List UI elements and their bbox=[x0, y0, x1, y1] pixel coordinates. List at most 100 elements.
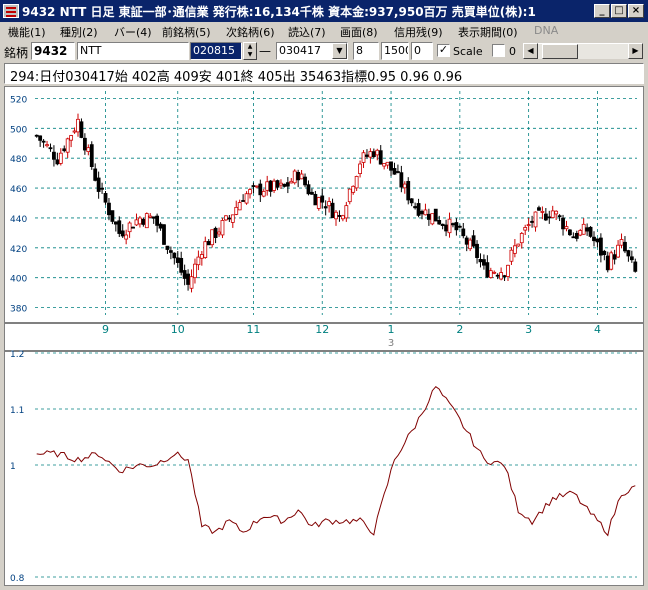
title-bar[interactable]: 9432 NTT 日足 東証一部･通信業 発行株:16,134千株 資本金:93… bbox=[0, 0, 648, 22]
close-button[interactable]: × bbox=[628, 4, 644, 18]
candle-body bbox=[303, 176, 307, 186]
menu-dna: DNA bbox=[534, 24, 559, 37]
maximize-button[interactable]: □ bbox=[611, 4, 627, 18]
setting-field-a[interactable]: 8 bbox=[353, 42, 379, 60]
candle-body bbox=[251, 185, 256, 187]
month-label: 9 bbox=[102, 323, 109, 336]
candle-body bbox=[433, 208, 438, 222]
month-label: 10 bbox=[171, 323, 185, 336]
candle-body bbox=[227, 217, 232, 220]
price-tick-label: 380 bbox=[10, 305, 27, 315]
menu-screen[interactable]: 画面(8) bbox=[340, 24, 378, 40]
candle-body bbox=[533, 211, 538, 228]
scale-checkbox[interactable]: ✓ bbox=[437, 44, 450, 57]
candle-body bbox=[237, 202, 242, 211]
menu-display-period[interactable]: 表示期間(0) bbox=[458, 24, 518, 40]
candle-body bbox=[605, 255, 610, 271]
date-from-spinner[interactable]: ▲ ▼ bbox=[243, 42, 257, 60]
candle-body bbox=[502, 275, 507, 278]
candle-body bbox=[358, 163, 362, 174]
candle-body bbox=[426, 213, 431, 220]
option-checkbox[interactable] bbox=[492, 44, 505, 57]
candle-body bbox=[107, 202, 111, 216]
candle-body bbox=[189, 276, 194, 289]
indicator-tick-label: 1.1 bbox=[10, 406, 24, 416]
date-from-field[interactable]: 020815 bbox=[190, 42, 242, 60]
candle-body bbox=[162, 224, 166, 245]
candle-body bbox=[447, 218, 452, 234]
month-label: 1 bbox=[388, 323, 395, 336]
candle-body bbox=[220, 220, 225, 236]
spin-down-icon[interactable]: ▼ bbox=[244, 51, 256, 59]
menu-prev-stock[interactable]: 前銘柄(5) bbox=[162, 24, 211, 40]
candle-body bbox=[340, 215, 345, 220]
minimize-button[interactable]: _ bbox=[594, 4, 610, 18]
candle-body bbox=[124, 234, 129, 240]
candle-body bbox=[210, 229, 215, 246]
candle-body bbox=[241, 200, 246, 202]
setting-field-b[interactable]: 1500 bbox=[381, 42, 409, 60]
candle-body bbox=[492, 271, 497, 274]
candle-body bbox=[165, 245, 170, 250]
candle-body bbox=[313, 193, 318, 206]
candle-body bbox=[158, 223, 163, 229]
candle-body bbox=[52, 151, 56, 160]
chart-canvas[interactable]: 3804004204404604805005209 10 11 12 1 2 3 430.81… bbox=[5, 87, 643, 585]
candle-body bbox=[581, 223, 586, 235]
scroll-right-icon[interactable]: ▶ bbox=[628, 43, 643, 59]
candle-body bbox=[168, 250, 173, 253]
candle-body bbox=[289, 180, 294, 184]
menu-next-stock[interactable]: 次銘柄(6) bbox=[226, 24, 275, 40]
scroll-track[interactable] bbox=[538, 43, 628, 59]
candle-body bbox=[488, 270, 493, 278]
menu-function[interactable]: 機能(1) bbox=[8, 24, 46, 40]
menu-load[interactable]: 読込(7) bbox=[288, 24, 326, 40]
setting-field-c[interactable]: 0 bbox=[411, 42, 433, 60]
candle-body bbox=[34, 134, 39, 137]
candle-body bbox=[244, 193, 249, 204]
candle-body bbox=[268, 180, 273, 192]
candle-body bbox=[134, 219, 139, 226]
chevron-down-icon[interactable]: ▼ bbox=[332, 43, 347, 59]
candle-body bbox=[282, 183, 287, 187]
candle-body bbox=[203, 241, 208, 258]
menu-bar-type[interactable]: バー(4) bbox=[114, 24, 152, 40]
candle-body bbox=[76, 118, 80, 133]
price-tick-label: 400 bbox=[10, 275, 27, 285]
candle-body bbox=[117, 220, 122, 234]
scroll-thumb[interactable] bbox=[542, 44, 578, 59]
candle-body bbox=[96, 177, 101, 192]
candle-body bbox=[113, 221, 118, 225]
candle-body bbox=[423, 209, 428, 216]
candle-body bbox=[409, 198, 414, 204]
candle-body bbox=[464, 237, 469, 245]
candle-body bbox=[516, 243, 521, 247]
candle-body bbox=[141, 218, 146, 225]
candle-body bbox=[199, 254, 204, 259]
stock-name-field[interactable]: NTT bbox=[77, 42, 189, 60]
stock-code-field[interactable]: 9432 bbox=[31, 42, 75, 60]
candle-body bbox=[110, 210, 115, 222]
chart-area[interactable]: 380 400 420 440 460 480 500 520 9 10 11 12 1 2 3 4 3 0.8 1… bbox=[4, 86, 644, 586]
candle-body bbox=[371, 151, 376, 158]
candle-body bbox=[292, 170, 297, 184]
candle-body bbox=[416, 203, 421, 216]
candle-body bbox=[179, 257, 184, 273]
candle-body bbox=[82, 137, 87, 151]
candle-body bbox=[547, 216, 552, 219]
candle-body bbox=[330, 202, 335, 219]
candle-body bbox=[365, 154, 369, 157]
price-info-bar: 294:日付030417始 402高 409安 401終 405出 35463指… bbox=[4, 63, 644, 85]
candle-body bbox=[320, 195, 325, 203]
spin-up-icon[interactable]: ▲ bbox=[244, 43, 256, 51]
menu-type[interactable]: 種別(2) bbox=[60, 24, 98, 40]
candle-body bbox=[375, 149, 380, 156]
menu-margin-balance[interactable]: 信用残(9) bbox=[394, 24, 443, 40]
price-tick-label: 500 bbox=[10, 125, 27, 135]
price-tick-label: 420 bbox=[10, 245, 27, 255]
candle-body bbox=[406, 181, 411, 201]
candle-body bbox=[120, 230, 125, 237]
candle-body bbox=[131, 226, 135, 229]
price-tick-label: 440 bbox=[10, 215, 27, 225]
scroll-left-icon[interactable]: ◀ bbox=[523, 43, 538, 59]
